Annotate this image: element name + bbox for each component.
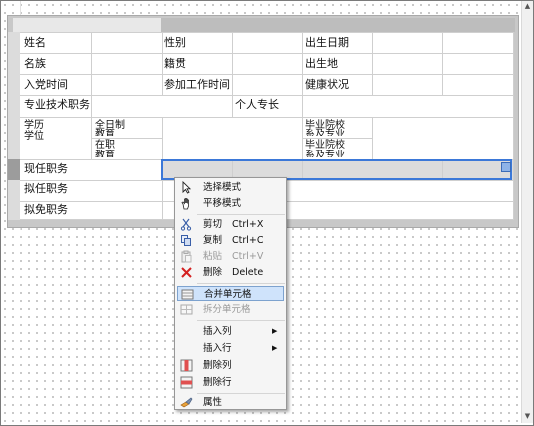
cell-degree-label-2[interactable]: 学位	[24, 131, 44, 142]
menu-item-delete[interactable]: 删除 Delete	[177, 265, 284, 280]
cell-title-label[interactable]: 专业技术职务	[24, 98, 90, 111]
menu-separator	[197, 320, 285, 321]
submenu-arrow-icon: ▶	[272, 327, 278, 335]
cell-ethnicity-label[interactable]: 名族	[24, 57, 46, 70]
menu-item-label: 删除	[203, 267, 223, 278]
menu-separator	[197, 214, 285, 215]
scissors-icon	[180, 218, 193, 231]
column-header-segment[interactable]	[13, 18, 161, 32]
submenu-arrow-icon: ▶	[272, 344, 278, 352]
menu-item-paste[interactable]: 粘贴 Ctrl+V	[177, 249, 284, 264]
cell-specialty-label[interactable]: 个人专长	[235, 98, 279, 111]
menu-separator	[197, 393, 285, 394]
current-row-marker	[8, 159, 20, 180]
cell-degree-label-1[interactable]: 学历	[24, 120, 44, 131]
menu-item-label: 删除行	[203, 377, 232, 388]
menu-item-cut[interactable]: 剪切 Ctrl+X	[177, 217, 284, 232]
delete-column-icon	[180, 359, 193, 372]
menu-item-copy[interactable]: 复制 Ctrl+C	[177, 233, 284, 248]
properties-icon	[180, 396, 193, 409]
menu-item-label: 合并单元格	[204, 289, 252, 300]
menu-item-split-cells[interactable]: 拆分单元格	[177, 302, 284, 317]
menu-item-delete-column[interactable]: 删除列	[177, 358, 284, 373]
scroll-down-icon[interactable]: ▼	[523, 412, 532, 421]
menu-item-label: 选择模式	[203, 182, 242, 193]
cell-fulltime-label-2[interactable]: 教育	[95, 129, 115, 136]
cell-school1-label-2[interactable]: 系及专业	[305, 129, 345, 136]
cell-proposed-position-label[interactable]: 拟任职务	[24, 182, 68, 195]
context-menu: 选择模式 平移模式 剪切 Ctrl+X 复制 Ctrl+C 粘贴 Ctrl+V …	[174, 177, 287, 410]
delete-row-icon	[180, 376, 193, 389]
menu-item-label: 复制	[203, 235, 223, 246]
menu-item-label: 删除列	[203, 360, 232, 371]
menu-item-label: 剪切	[203, 219, 223, 230]
menu-item-select-mode[interactable]: 选择模式	[177, 180, 284, 195]
menu-item-shortcut: Ctrl+C	[232, 235, 264, 246]
paste-icon	[180, 250, 193, 263]
cell-removal-position-label[interactable]: 拟免职务	[24, 203, 68, 216]
row-header-bar[interactable]	[8, 32, 20, 220]
hand-icon	[180, 197, 193, 210]
delete-x-icon	[180, 266, 193, 279]
selection-resize-handle[interactable]	[501, 162, 511, 172]
menu-item-label: 插入行	[203, 343, 232, 354]
split-cells-icon	[180, 303, 193, 316]
cell-name-label[interactable]: 姓名	[24, 36, 46, 49]
menu-item-label: 拆分单元格	[203, 304, 251, 315]
menu-item-shortcut: Ctrl+V	[232, 251, 264, 262]
cell-birthplace-label[interactable]: 出生地	[305, 57, 338, 70]
menu-separator	[197, 283, 285, 284]
menu-item-shortcut: Delete	[232, 267, 264, 278]
menu-item-label: 属性	[203, 397, 223, 408]
cursor-arrow-icon	[180, 180, 193, 194]
vertical-scrollbar[interactable]: ▲ ▼	[521, 1, 533, 423]
cell-party-date-label[interactable]: 入党时间	[24, 78, 68, 91]
menu-item-shortcut: Ctrl+X	[232, 219, 264, 230]
cell-native-place-label[interactable]: 籍贯	[164, 57, 186, 70]
cell-parttime-label-2[interactable]: 教育	[95, 150, 115, 157]
menu-item-properties[interactable]: 属性	[177, 395, 284, 410]
cell-health-label[interactable]: 健康状况	[305, 78, 349, 91]
menu-item-label: 平移模式	[203, 198, 242, 209]
menu-item-insert-column[interactable]: 插入列 ▶	[177, 324, 284, 339]
merge-cells-icon	[181, 288, 194, 301]
cell-current-position-label[interactable]: 现任职务	[24, 162, 68, 175]
menu-item-merge-cells[interactable]: 合并单元格	[177, 286, 284, 301]
menu-item-label: 粘贴	[203, 251, 223, 262]
cell-school2-label-2[interactable]: 系及专业	[305, 150, 345, 157]
menu-item-pan-mode[interactable]: 平移模式	[177, 196, 284, 211]
menu-item-label: 插入列	[203, 326, 232, 337]
cell-gender-label[interactable]: 性别	[164, 36, 186, 49]
menu-item-delete-row[interactable]: 删除行	[177, 375, 284, 390]
copy-icon	[180, 234, 193, 247]
menu-item-insert-row[interactable]: 插入行 ▶	[177, 341, 284, 356]
cell-birthdate-label[interactable]: 出生日期	[305, 36, 349, 49]
scroll-up-icon[interactable]: ▲	[523, 2, 532, 11]
column-header-bar[interactable]	[13, 18, 515, 32]
cell-work-date-label[interactable]: 参加工作时间	[164, 78, 230, 91]
